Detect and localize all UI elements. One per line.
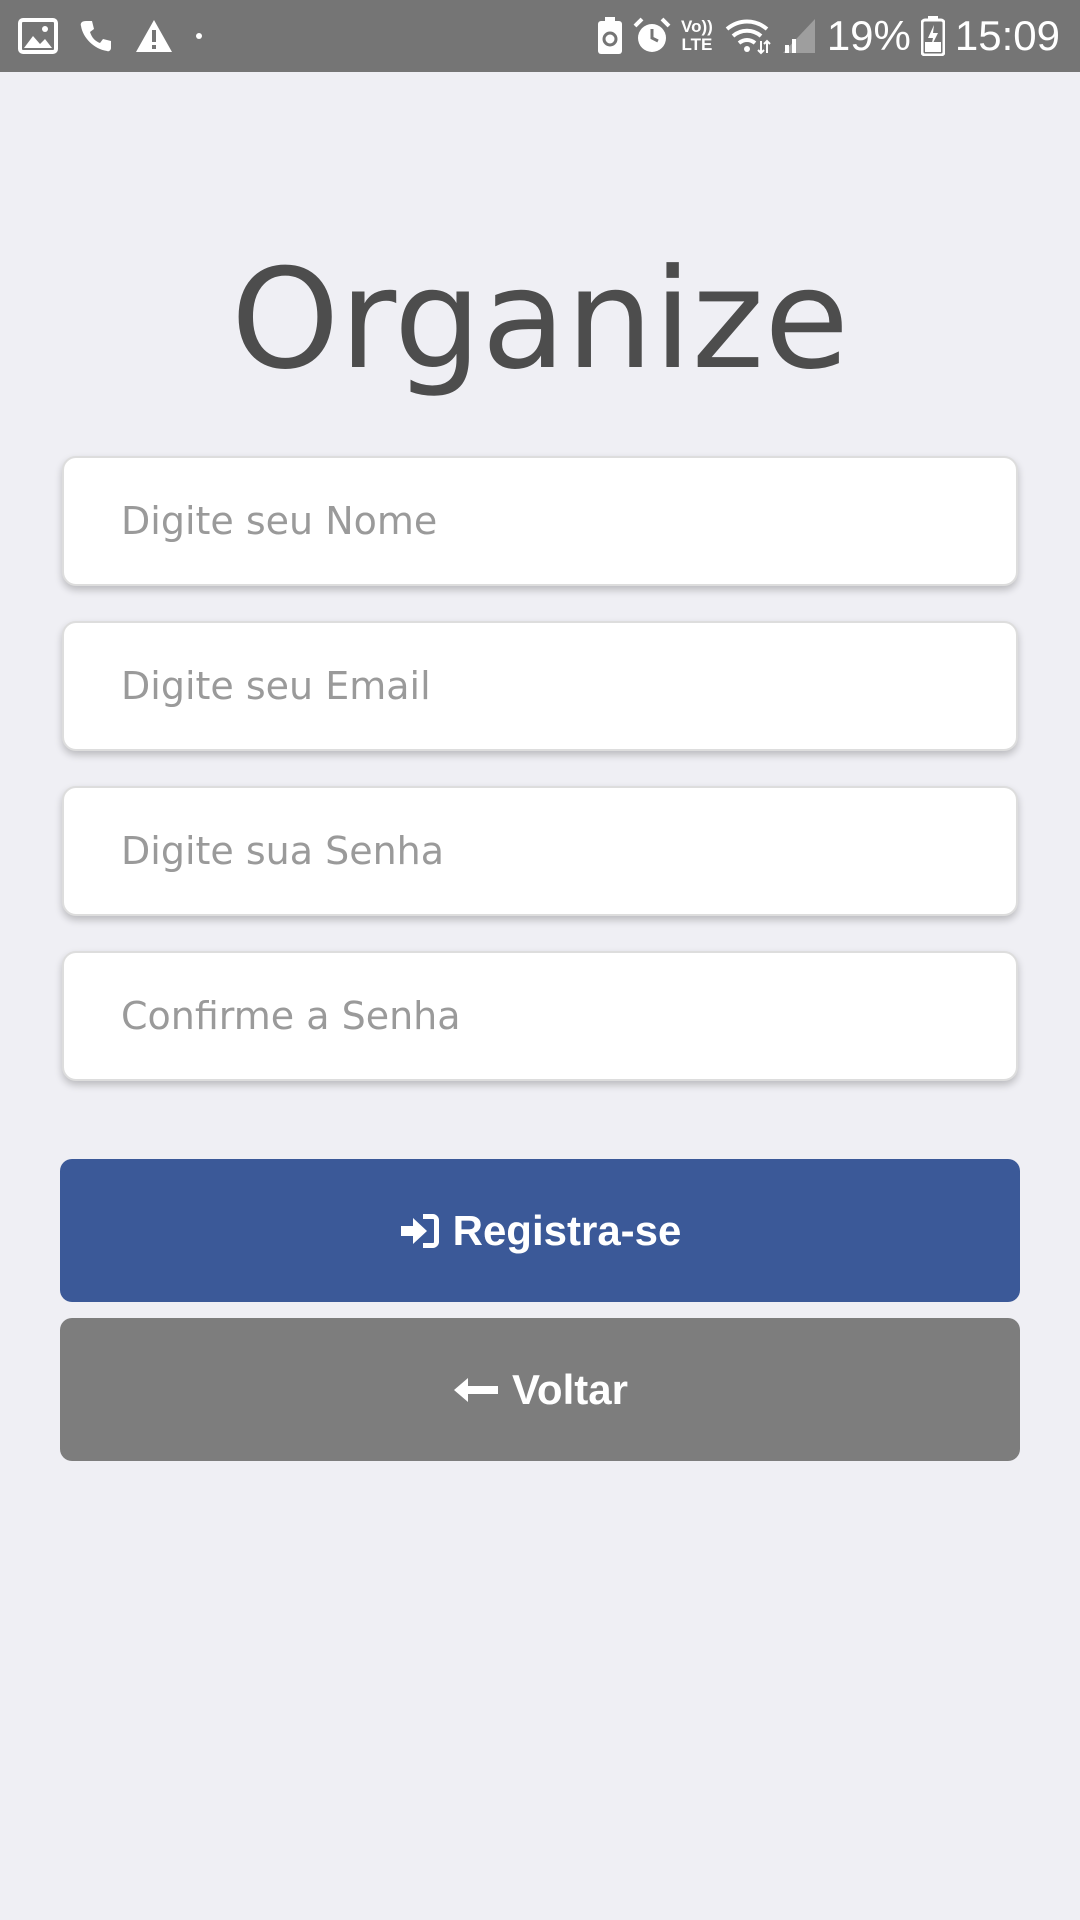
status-bar-left <box>18 18 224 54</box>
sign-in-icon <box>399 1212 441 1250</box>
wifi-icon <box>723 17 771 55</box>
signal-icon <box>781 17 817 55</box>
arrow-left-icon <box>452 1375 500 1405</box>
volte-bottom-text: LTE <box>681 35 713 54</box>
volte-top-text: Vo)) <box>681 17 713 36</box>
dot-icon <box>194 31 204 41</box>
battery-charging-icon <box>920 16 945 56</box>
status-bar-right: Vo)) LTE 19% 15:09 <box>587 12 1060 60</box>
back-button[interactable]: Voltar <box>60 1318 1020 1461</box>
image-icon <box>18 18 58 54</box>
volte-icon: Vo)) LTE <box>681 18 713 54</box>
confirm-password-input[interactable] <box>64 953 1016 1079</box>
app-title: Organize <box>230 239 850 400</box>
back-button-label: Voltar <box>512 1365 628 1413</box>
battery-saver-icon <box>597 17 623 55</box>
name-input[interactable] <box>64 458 1016 584</box>
status-bar: Vo)) LTE 19% 15:09 <box>0 0 1080 72</box>
confirm-password-field[interactable] <box>62 951 1018 1081</box>
alarm-icon <box>633 17 671 55</box>
phone-icon <box>78 18 114 54</box>
password-field[interactable] <box>62 786 1018 916</box>
email-input[interactable] <box>64 623 1016 749</box>
register-button-label: Registra-se <box>452 1206 682 1254</box>
register-screen: Organize Registra-se Voltar <box>0 72 1080 1920</box>
email-field[interactable] <box>62 621 1018 751</box>
name-field[interactable] <box>62 456 1018 586</box>
register-button[interactable]: Registra-se <box>60 1159 1020 1302</box>
warning-icon <box>134 18 174 54</box>
password-input[interactable] <box>64 788 1016 914</box>
battery-percent: 19% <box>826 12 911 59</box>
clock: 15:09 <box>954 12 1060 59</box>
